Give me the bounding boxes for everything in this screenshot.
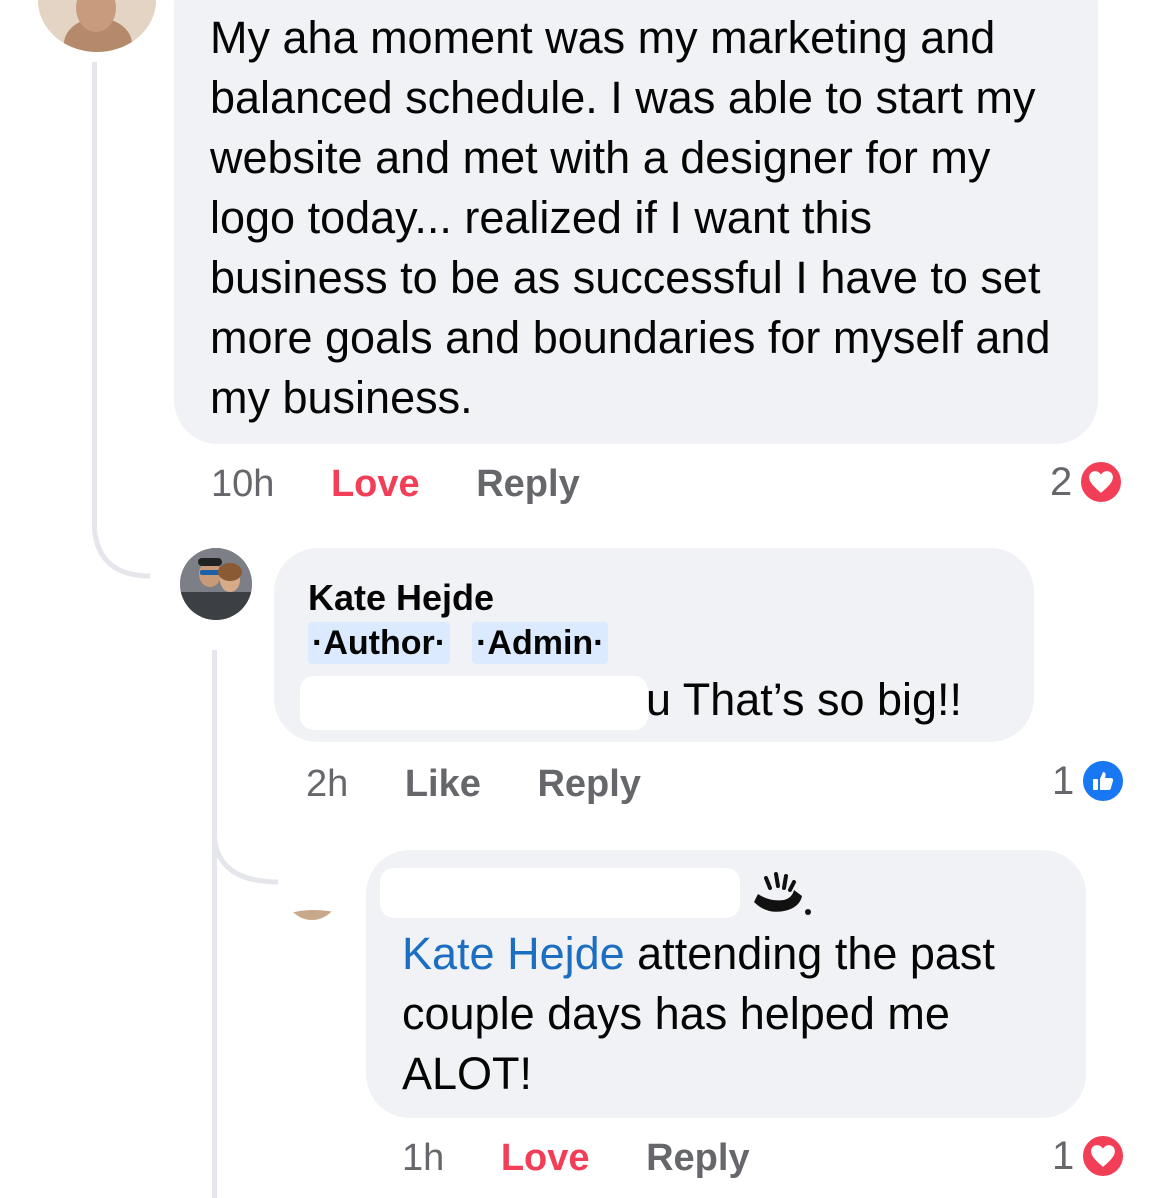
comment-timestamp: 1h bbox=[402, 1137, 445, 1179]
reaction-summary[interactable]: 1 bbox=[1052, 1132, 1127, 1180]
comment-thread: My aha moment was my marketing and balan… bbox=[0, 0, 1170, 1198]
reaction-count: 1 bbox=[1052, 759, 1075, 803]
thread-curve-reply bbox=[212, 830, 279, 885]
thread-curve bbox=[92, 520, 151, 579]
comment-timestamp: 2h bbox=[306, 763, 349, 805]
heart-icon bbox=[1078, 459, 1125, 505]
redacted-text bbox=[300, 676, 648, 730]
reaction-summary[interactable]: 2 bbox=[1050, 458, 1125, 506]
avatar[interactable] bbox=[38, 0, 156, 52]
author-name[interactable]: Kate Hejde bbox=[308, 576, 1000, 620]
comment-actions: 10h Love Reply bbox=[211, 462, 626, 506]
comment-text: My aha moment was my marketing and balan… bbox=[210, 12, 1051, 423]
comment-actions: 1h Love Reply bbox=[402, 1136, 796, 1180]
redacted-author bbox=[380, 868, 740, 918]
love-button[interactable]: Love bbox=[331, 462, 420, 506]
reaction-count: 1 bbox=[1052, 1134, 1075, 1178]
love-button[interactable]: Love bbox=[501, 1136, 590, 1180]
author-badges: ·Author· ·Admin· bbox=[308, 622, 1000, 664]
avatar[interactable] bbox=[180, 548, 252, 620]
comment-timestamp: 10h bbox=[211, 463, 275, 505]
reply-button[interactable]: Reply bbox=[646, 1136, 749, 1180]
comment-text: u That’s so big!! bbox=[646, 674, 963, 725]
like-button[interactable]: Like bbox=[405, 762, 481, 806]
heart-icon bbox=[1080, 1133, 1127, 1179]
comment-bubble: My aha moment was my marketing and balan… bbox=[174, 0, 1098, 444]
admin-badge: ·Admin· bbox=[472, 622, 609, 664]
reaction-count: 2 bbox=[1050, 460, 1073, 504]
mention-link[interactable]: Kate Hejde bbox=[402, 928, 625, 979]
reaction-summary[interactable]: 1 bbox=[1052, 757, 1127, 805]
comment-actions: 2h Like Reply bbox=[306, 762, 687, 806]
thumbs-up-icon bbox=[1080, 758, 1127, 804]
author-badge: ·Author· bbox=[308, 622, 451, 664]
comment-text: Kate Hejde attending the past couple day… bbox=[402, 928, 995, 1099]
thread-line-top bbox=[92, 62, 97, 532]
thread-line-reply bbox=[212, 650, 217, 1198]
reply-button[interactable]: Reply bbox=[537, 762, 640, 806]
reply-button[interactable]: Reply bbox=[476, 462, 579, 506]
hand-emoji-icon bbox=[754, 872, 811, 915]
avatar[interactable] bbox=[282, 850, 342, 920]
